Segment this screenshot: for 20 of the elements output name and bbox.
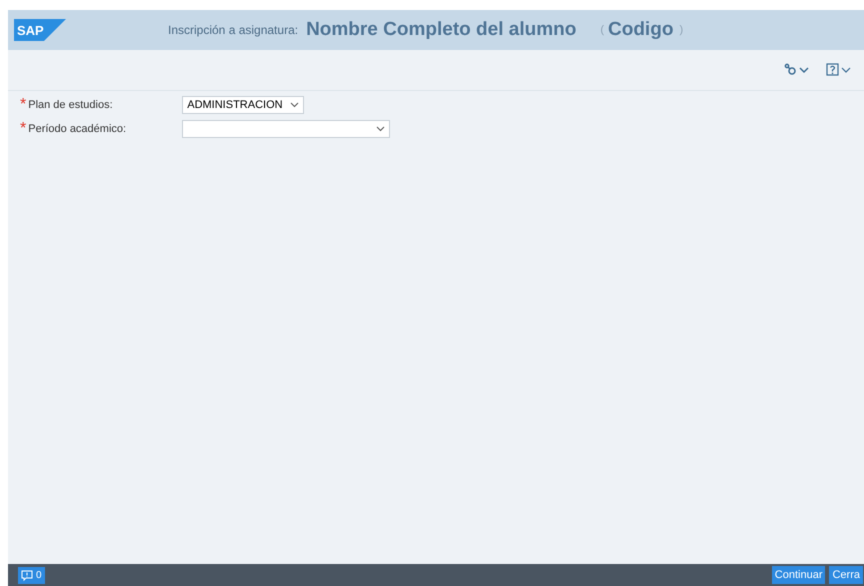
footer-button[interactable]: Cerra — [829, 566, 863, 584]
footer-button[interactable]: Continuar — [772, 566, 826, 584]
close-parenthesis: ) — [679, 24, 684, 36]
dropdown-field[interactable] — [182, 120, 390, 138]
student-code: Codigo — [608, 19, 674, 41]
page-label: Inscripción a asignatura: — [168, 23, 298, 37]
help-menu-icon[interactable] — [826, 63, 852, 77]
chevron-down-icon — [290, 102, 300, 108]
required-mark: * — [20, 96, 26, 114]
chevron-down-icon — [376, 126, 386, 132]
required-mark: * — [20, 120, 26, 138]
field-label: Período académico: — [28, 123, 128, 135]
settings-menu-icon[interactable] — [784, 63, 810, 77]
message-icon — [21, 570, 33, 580]
open-parenthesis: ( — [600, 24, 604, 36]
field-label: Plan de estudios: — [28, 99, 114, 111]
messages-button[interactable]: 0 — [18, 566, 45, 584]
sap-logo: SAP — [14, 19, 66, 41]
dropdown-field[interactable]: ADMINISTRACION — [182, 96, 304, 114]
student-name: Nombre Completo del alumno — [306, 19, 576, 41]
